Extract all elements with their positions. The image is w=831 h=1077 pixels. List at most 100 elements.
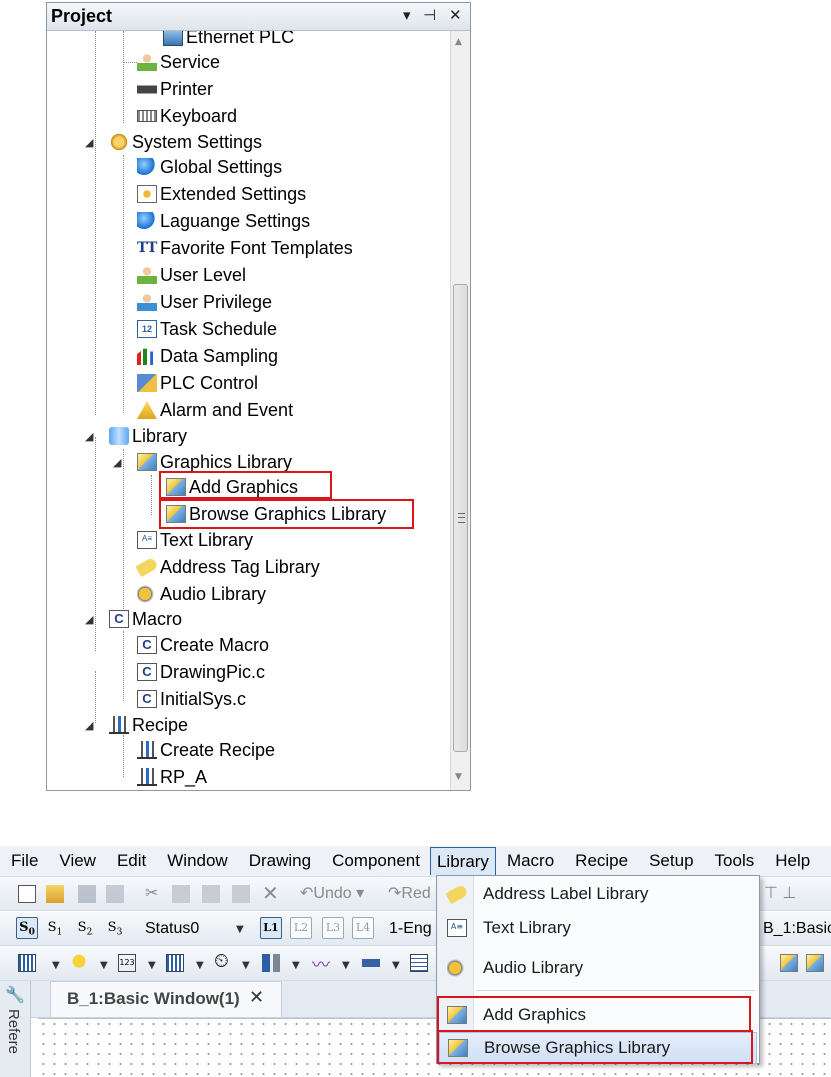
- menu-setup[interactable]: Setup: [638, 847, 703, 875]
- wrench-icon: 🔧: [5, 987, 25, 1004]
- graphics-tool-2-icon[interactable]: [806, 954, 824, 972]
- panel-dropdown-icon[interactable]: ▾: [403, 6, 411, 24]
- scroll-down-icon[interactable]: ▼: [455, 772, 462, 782]
- recipe-icon: [109, 716, 129, 734]
- tree-item-audio-library[interactable]: Audio Library: [137, 582, 266, 606]
- menu-recipe[interactable]: Recipe: [564, 847, 638, 875]
- calendar-icon: 12: [137, 320, 157, 338]
- menu-tools[interactable]: Tools: [704, 847, 765, 875]
- state-s3-button[interactable]: S3: [104, 917, 126, 939]
- tree-item-favorite-font-templates[interactable]: TT Favorite Font Templates: [137, 236, 353, 260]
- menu-edit[interactable]: Edit: [106, 847, 156, 875]
- cut-icon[interactable]: ✂: [145, 883, 158, 903]
- menu-item-audio-library[interactable]: Audio Library: [439, 952, 757, 984]
- collapse-system-settings-icon[interactable]: ◢: [85, 136, 93, 149]
- tree-item-recipe[interactable]: Recipe: [109, 713, 188, 737]
- layer-l4-button[interactable]: L4: [352, 917, 374, 939]
- save-all-icon[interactable]: [106, 885, 124, 903]
- menu-help[interactable]: Help: [764, 847, 820, 875]
- tree-item-user-privilege[interactable]: User Privilege: [137, 290, 272, 314]
- layer-l2-button[interactable]: L2: [290, 917, 312, 939]
- meter-icon[interactable]: [362, 959, 380, 967]
- tree-item-initialsys-c[interactable]: C InitialSys.c: [137, 687, 246, 711]
- bulb-icon[interactable]: [70, 954, 88, 972]
- reference-side-panel[interactable]: 🔧 Refere: [0, 981, 31, 1077]
- tree-item-text-library[interactable]: A≡ Text Library: [137, 528, 253, 552]
- tree-item-create-macro[interactable]: C Create Macro: [137, 633, 269, 657]
- window-combo[interactable]: B_1:Basic: [756, 917, 831, 941]
- layer-l3-button[interactable]: L3: [322, 917, 344, 939]
- tree-item-address-tag-library[interactable]: Address Tag Library: [135, 555, 320, 579]
- clock-icon[interactable]: ⏲: [214, 951, 229, 973]
- reference-panel-label: Refere: [5, 1009, 22, 1055]
- macro-file-icon: C: [109, 610, 129, 628]
- numeric-icon[interactable]: 123: [118, 954, 136, 972]
- open-folder-icon[interactable]: [46, 885, 64, 903]
- tree-item-library[interactable]: Library: [109, 424, 187, 448]
- menu-window[interactable]: Window: [156, 847, 237, 875]
- tree-item-keyboard[interactable]: Keyboard: [137, 104, 237, 128]
- status-dropdown-icon[interactable]: ▼: [236, 924, 244, 935]
- align-icon[interactable]: ⊤ ⊥: [764, 883, 796, 903]
- tab-basic-window[interactable]: B_1:Basic Window(1) ✕: [50, 981, 282, 1017]
- tree-item-macro[interactable]: C Macro: [109, 607, 182, 631]
- tree-item-drawingpic-c[interactable]: C DrawingPic.c: [137, 660, 265, 684]
- redo-button[interactable]: ↷Red: [388, 883, 431, 903]
- state-s0-button[interactable]: S0: [16, 917, 38, 939]
- menu-item-address-label-library[interactable]: Address Label Library: [439, 878, 757, 910]
- menu-file[interactable]: File: [0, 847, 48, 875]
- table-icon[interactable]: [410, 954, 428, 972]
- close-icon[interactable]: ✕: [449, 6, 462, 24]
- tree-item-rp-a[interactable]: RP_A: [137, 765, 207, 789]
- tree-item-task-schedule[interactable]: 12 Task Schedule: [137, 317, 277, 341]
- scroll-thumb[interactable]: [453, 284, 468, 752]
- tab-close-icon[interactable]: ✕: [249, 987, 264, 1008]
- status-combo[interactable]: Status0: [138, 917, 248, 941]
- collapse-library-icon[interactable]: ◢: [85, 430, 93, 443]
- tree-item-alarm-and-event[interactable]: Alarm and Event: [137, 398, 293, 422]
- tree-item-create-recipe[interactable]: Create Recipe: [137, 738, 275, 762]
- menu-macro[interactable]: Macro: [496, 847, 564, 875]
- pin-icon[interactable]: ⊣: [423, 6, 436, 24]
- bar-icon[interactable]: [262, 954, 280, 972]
- tree-item-language-settings[interactable]: Laguange Settings: [137, 209, 310, 233]
- menu-item-text-library[interactable]: A≡ Text Library: [439, 912, 757, 944]
- state-s2-button[interactable]: S2: [74, 917, 96, 939]
- delete-icon[interactable]: ✕: [262, 881, 279, 906]
- new-file-icon[interactable]: [18, 885, 36, 903]
- tree-item-printer[interactable]: Printer: [137, 77, 213, 101]
- tree-item-user-level[interactable]: User Level: [137, 263, 246, 287]
- copy-icon[interactable]: [172, 885, 190, 903]
- tree-item-data-sampling[interactable]: Data Sampling: [137, 344, 278, 368]
- collapse-macro-icon[interactable]: ◢: [85, 613, 93, 626]
- library-dropdown-menu: Address Label Library A≡ Text Library Au…: [436, 875, 760, 1064]
- trend-chart-icon[interactable]: 〰: [312, 951, 330, 977]
- collapse-recipe-icon[interactable]: ◢: [85, 719, 93, 732]
- panel-header: Project ▾ ⊣ ✕: [47, 3, 470, 31]
- tree-item-service[interactable]: Service: [123, 50, 220, 74]
- function-key-icon[interactable]: [18, 954, 36, 972]
- tree-item-ethernet-plc[interactable]: Ethernet PLC: [163, 31, 294, 49]
- text-display-icon[interactable]: [166, 954, 184, 972]
- user-level-icon: [137, 266, 157, 284]
- menu-library[interactable]: Library: [429, 847, 496, 875]
- collapse-graphics-library-icon[interactable]: ◢: [113, 456, 121, 469]
- menu-view[interactable]: View: [48, 847, 106, 875]
- state-s1-button[interactable]: S1: [44, 917, 66, 939]
- tree-item-system-settings[interactable]: System Settings: [109, 130, 262, 154]
- graphics-tool-icon[interactable]: [780, 954, 798, 972]
- menu-drawing[interactable]: Drawing: [238, 847, 321, 875]
- paste-icon[interactable]: [232, 885, 250, 903]
- save-icon[interactable]: [78, 885, 96, 903]
- menu-component[interactable]: Component: [321, 847, 430, 875]
- scrollbar[interactable]: ▲ ▼: [450, 31, 470, 790]
- copy-format-icon[interactable]: [202, 885, 220, 903]
- user-privilege-icon: [137, 293, 157, 311]
- tree-item-extended-settings[interactable]: Extended Settings: [137, 182, 306, 206]
- layer-l1-button[interactable]: L1: [260, 917, 282, 939]
- tree-item-plc-control[interactable]: PLC Control: [137, 371, 258, 395]
- tree-item-global-settings[interactable]: Global Settings: [137, 155, 282, 179]
- language-combo[interactable]: 1-Eng: [382, 917, 438, 941]
- scroll-up-icon[interactable]: ▲: [455, 37, 462, 47]
- undo-button[interactable]: ↶Undo ▾: [300, 883, 364, 903]
